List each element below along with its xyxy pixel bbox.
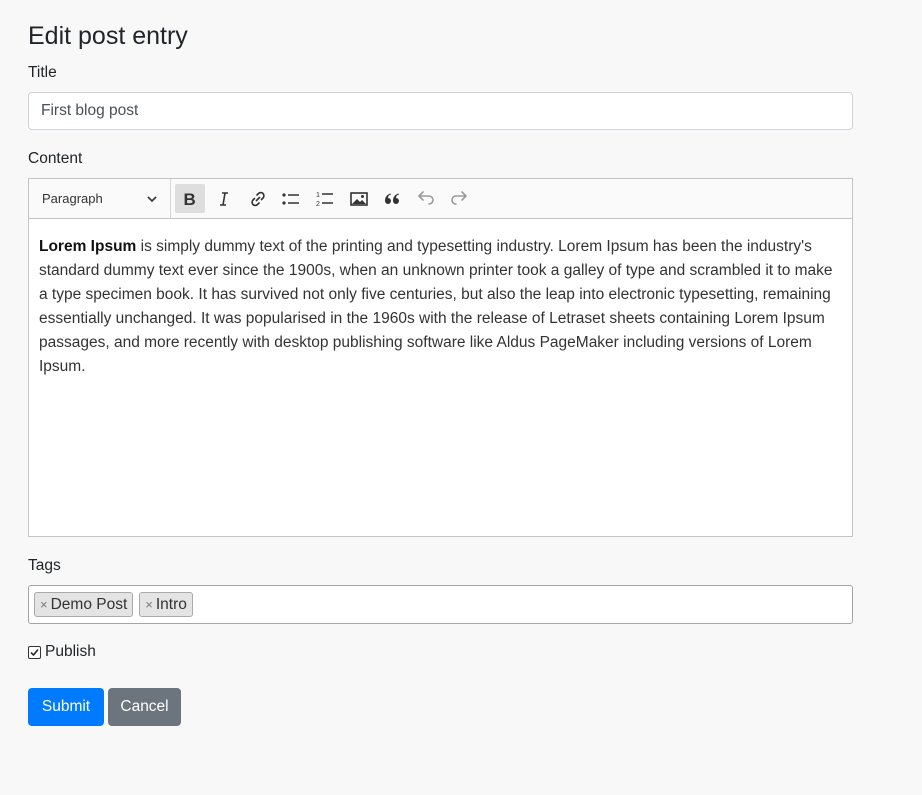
svg-text:2: 2 <box>316 201 320 208</box>
quote-icon <box>385 193 399 204</box>
page-title: Edit post entry <box>28 22 188 50</box>
content-label: Content <box>28 150 83 167</box>
heading-select[interactable]: Paragraph <box>29 179 171 218</box>
block-quote-button[interactable] <box>377 184 407 213</box>
redo-icon <box>451 190 468 205</box>
link-icon <box>251 191 265 206</box>
numbered-list-icon: 12 <box>316 192 333 208</box>
publish-checkbox[interactable] <box>28 645 41 659</box>
editor-toolbar: Paragraph B 12 <box>29 179 852 219</box>
redo-button[interactable] <box>444 184 474 213</box>
tags-input[interactable]: × Demo Post × Intro <box>28 585 853 624</box>
numbered-list-button[interactable]: 12 <box>310 184 340 213</box>
undo-button[interactable] <box>411 184 441 213</box>
edit-post-page: Edit post entry Title Content Paragraph … <box>0 0 922 795</box>
bold-button[interactable]: B <box>175 184 205 213</box>
chevron-down-icon <box>147 195 157 202</box>
undo-icon <box>417 190 434 205</box>
content-body: is simply dummy text of the printing and… <box>39 238 833 375</box>
tag-chip: × Demo Post <box>34 592 134 617</box>
editor-content[interactable]: Lorem Ipsum is simply dummy text of the … <box>29 219 852 379</box>
remove-tag-icon[interactable]: × <box>145 597 153 612</box>
bulleted-list-icon <box>282 192 299 205</box>
image-icon <box>350 191 368 206</box>
tags-label: Tags <box>28 557 61 574</box>
heading-select-value: Paragraph <box>42 191 103 206</box>
tag-label: Demo Post <box>50 595 128 613</box>
title-label: Title <box>28 64 57 81</box>
content-bold-lead: Lorem Ipsum <box>39 238 137 255</box>
image-button[interactable] <box>344 184 374 213</box>
italic-button[interactable] <box>209 184 239 213</box>
link-button[interactable] <box>243 184 273 213</box>
italic-icon <box>220 191 228 206</box>
cancel-button[interactable]: Cancel <box>108 688 181 726</box>
rich-text-editor: Paragraph B 12 Lorem Ipsum is simply dum… <box>28 178 853 537</box>
publish-toggle[interactable]: Publish <box>28 643 96 661</box>
title-input[interactable] <box>28 92 853 130</box>
checkmark-icon <box>30 648 39 656</box>
bold-icon: B <box>184 190 196 209</box>
tag-chip: × Intro <box>139 592 193 617</box>
tag-label: Intro <box>155 595 187 613</box>
svg-text:B: B <box>184 190 196 209</box>
svg-text:1: 1 <box>316 192 320 199</box>
remove-tag-icon[interactable]: × <box>40 597 48 612</box>
submit-button[interactable]: Submit <box>28 688 104 726</box>
bulleted-list-button[interactable] <box>276 184 306 213</box>
publish-label: Publish <box>45 643 96 660</box>
